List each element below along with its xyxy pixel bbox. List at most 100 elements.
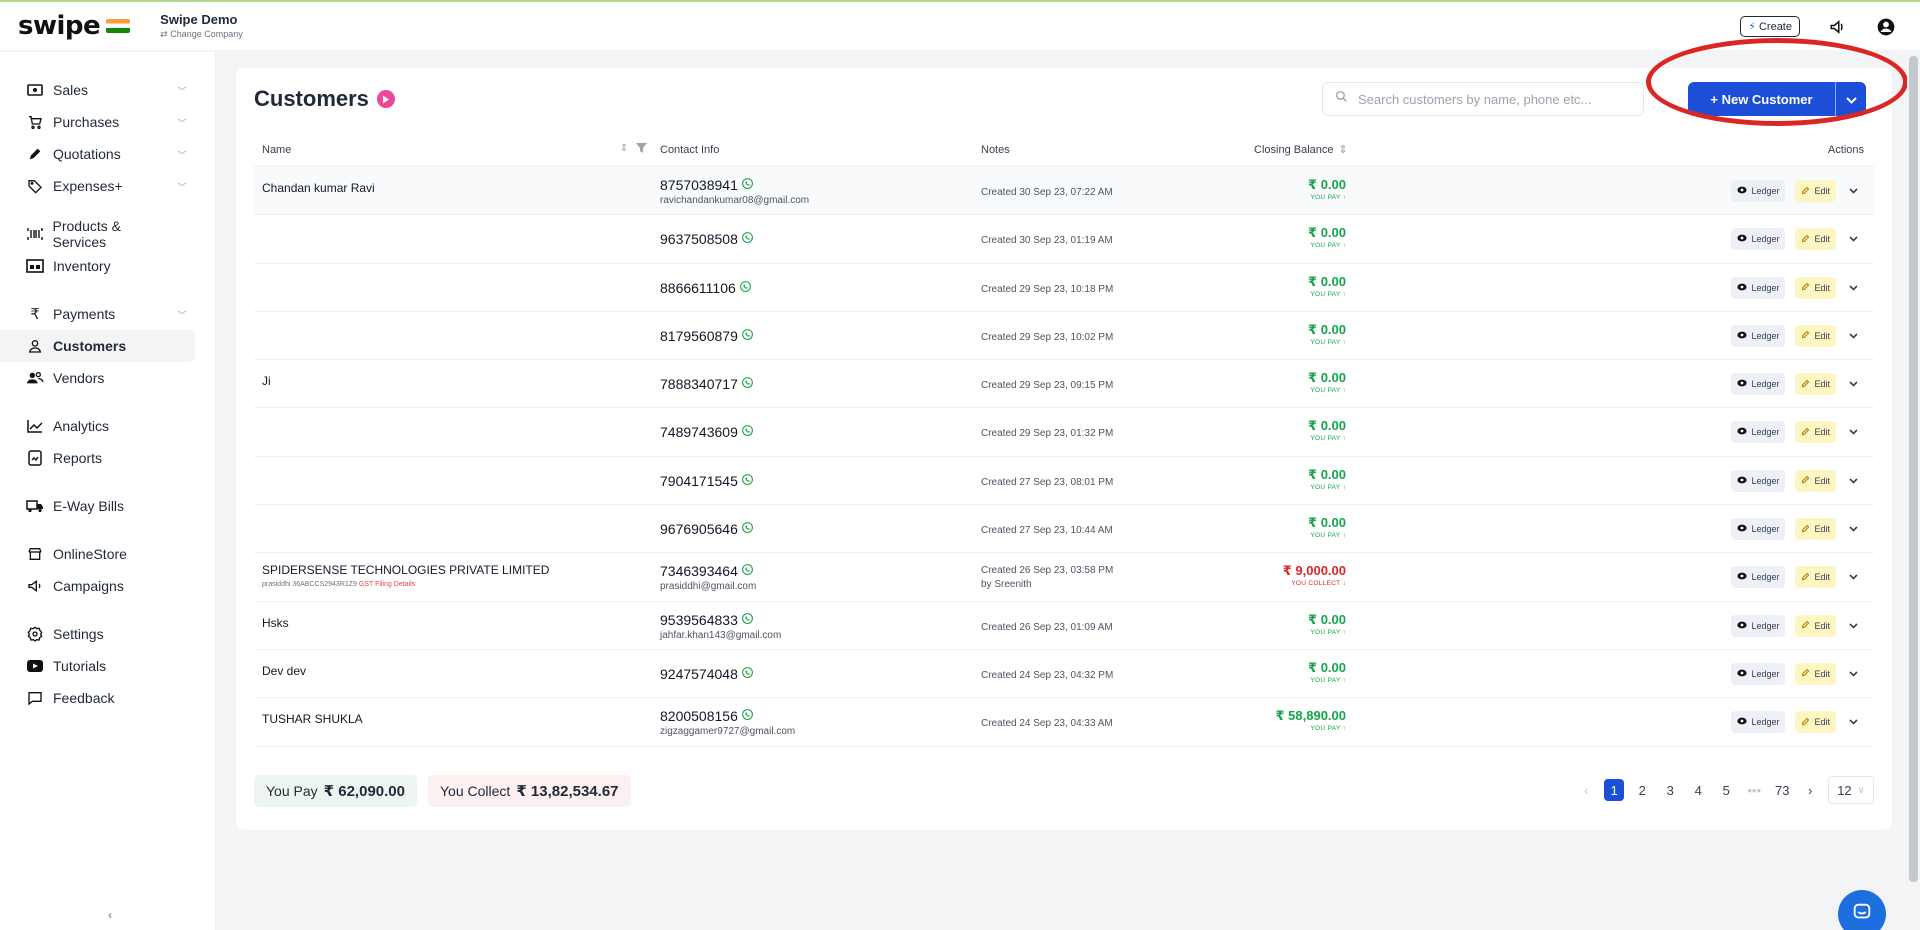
sidebar-item-expenses[interactable]: Expenses+ ﹀ bbox=[0, 170, 195, 202]
edit-button[interactable]: Edit bbox=[1795, 566, 1836, 589]
edit-button[interactable]: Edit bbox=[1795, 324, 1836, 347]
row-expand-chevron-icon[interactable] bbox=[1846, 574, 1860, 581]
customer-name[interactable]: Ji bbox=[262, 374, 271, 388]
whatsapp-icon[interactable] bbox=[741, 708, 754, 724]
column-header-balance[interactable]: Closing Balance ⇕ bbox=[1254, 143, 1348, 157]
whatsapp-icon[interactable] bbox=[741, 473, 754, 489]
table-row[interactable]: Dev dev 9247574048 Created 24 Sep 23, 04:3… bbox=[254, 650, 1874, 699]
edit-button[interactable]: Edit bbox=[1795, 276, 1836, 299]
row-expand-chevron-icon[interactable] bbox=[1846, 188, 1860, 194]
search-input[interactable] bbox=[1358, 91, 1628, 107]
table-row[interactable]: 7489743609 Created 29 Sep 23, 01:32 PM ₹ 0… bbox=[254, 408, 1874, 457]
whatsapp-icon[interactable] bbox=[741, 612, 754, 628]
page-ellipsis[interactable]: ••• bbox=[1744, 779, 1764, 801]
ledger-button[interactable]: Ledger bbox=[1731, 324, 1786, 347]
row-expand-chevron-icon[interactable] bbox=[1846, 333, 1860, 339]
ledger-button[interactable]: Ledger bbox=[1731, 566, 1786, 589]
row-expand-chevron-icon[interactable] bbox=[1846, 285, 1860, 291]
sort-icon[interactable]: ⇕ bbox=[620, 143, 628, 156]
edit-button[interactable]: Edit bbox=[1795, 518, 1836, 541]
whatsapp-icon[interactable] bbox=[741, 177, 754, 193]
sidebar-item-onlinestore[interactable]: OnlineStore bbox=[0, 538, 195, 570]
whatsapp-icon[interactable] bbox=[741, 231, 754, 247]
column-header-name[interactable]: Name bbox=[262, 144, 291, 156]
page-size-select[interactable]: 12 ∨ bbox=[1828, 776, 1874, 804]
ledger-button[interactable]: Ledger bbox=[1731, 180, 1786, 202]
page-scrollbar[interactable] bbox=[1907, 52, 1920, 930]
ledger-button[interactable]: Ledger bbox=[1731, 421, 1786, 444]
ledger-button[interactable]: Ledger bbox=[1731, 518, 1786, 541]
sidebar-item-quotations[interactable]: Quotations ﹀ bbox=[0, 138, 195, 170]
edit-button[interactable]: Edit bbox=[1795, 180, 1836, 202]
whatsapp-icon[interactable] bbox=[741, 521, 754, 537]
next-page-icon[interactable]: › bbox=[1800, 779, 1820, 801]
table-row[interactable]: 9676905646 Created 27 Sep 23, 10:44 AM ₹ 0… bbox=[254, 505, 1874, 554]
ledger-button[interactable]: Ledger bbox=[1731, 614, 1786, 637]
collapse-sidebar-icon[interactable]: ‹ bbox=[108, 908, 112, 922]
row-expand-chevron-icon[interactable] bbox=[1846, 429, 1860, 436]
whatsapp-icon[interactable] bbox=[741, 424, 754, 440]
whatsapp-icon[interactable] bbox=[741, 563, 754, 579]
swipe-logo[interactable]: swipe bbox=[18, 11, 131, 41]
sidebar-item-feedback[interactable]: Feedback bbox=[0, 682, 195, 714]
sidebar-item-vendors[interactable]: Vendors bbox=[0, 362, 195, 394]
table-row[interactable]: Chandan kumar Ravi 8757038941 ravichandank… bbox=[254, 167, 1874, 216]
prev-page-icon[interactable]: ‹ bbox=[1576, 779, 1596, 801]
ledger-button[interactable]: Ledger bbox=[1731, 469, 1786, 492]
whatsapp-icon[interactable] bbox=[739, 280, 752, 296]
sidebar-item-sales[interactable]: Sales ﹀ bbox=[0, 74, 195, 106]
table-row[interactable]: SPIDERSENSE TECHNOLOGIES PRIVATE LIMITED… bbox=[254, 553, 1874, 602]
customer-name[interactable]: Hsks bbox=[262, 616, 289, 630]
customer-name[interactable]: SPIDERSENSE TECHNOLOGIES PRIVATE LIMITED bbox=[262, 563, 549, 577]
sort-icon[interactable]: ⇕ bbox=[1339, 143, 1348, 156]
page-4[interactable]: 4 bbox=[1688, 779, 1708, 801]
row-expand-chevron-icon[interactable] bbox=[1846, 381, 1860, 387]
table-row[interactable]: Ji 7888340717 Created 29 Sep 23, 09:15 PM ₹… bbox=[254, 360, 1874, 409]
ledger-button[interactable]: Ledger bbox=[1731, 662, 1786, 685]
table-row[interactable]: 8866611106 Created 29 Sep 23, 10:18 PM ₹ 0… bbox=[254, 264, 1874, 312]
table-row[interactable]: 8179560879 Created 29 Sep 23, 10:02 PM ₹ 0… bbox=[254, 312, 1874, 361]
row-expand-chevron-icon[interactable] bbox=[1846, 671, 1860, 677]
sidebar-item-products-services[interactable]: Products & Services bbox=[0, 218, 195, 250]
customer-name[interactable]: Dev dev bbox=[262, 664, 306, 678]
whatsapp-icon[interactable] bbox=[741, 376, 754, 392]
ledger-button[interactable]: Ledger bbox=[1731, 373, 1786, 396]
customer-name[interactable]: Chandan kumar Ravi bbox=[262, 181, 375, 195]
row-expand-chevron-icon[interactable] bbox=[1846, 478, 1860, 484]
sidebar-item-reports[interactable]: Reports bbox=[0, 442, 195, 474]
edit-button[interactable]: Edit bbox=[1795, 228, 1836, 251]
page-5[interactable]: 5 bbox=[1716, 779, 1736, 801]
ledger-button[interactable]: Ledger bbox=[1731, 711, 1786, 734]
edit-button[interactable]: Edit bbox=[1795, 614, 1836, 637]
sidebar-item-analytics[interactable]: Analytics bbox=[0, 410, 195, 442]
filter-icon[interactable] bbox=[636, 143, 648, 156]
new-customer-dropdown[interactable] bbox=[1836, 82, 1866, 116]
sidebar-item-inventory[interactable]: Inventory bbox=[0, 250, 195, 282]
table-row[interactable]: TUSHAR SHUKLA 8200508156 zigzaggamer9727@g… bbox=[254, 698, 1874, 747]
table-row[interactable]: 9637508508 Created 30 Sep 23, 01:19 AM ₹ 0… bbox=[254, 215, 1874, 264]
edit-button[interactable]: Edit bbox=[1795, 711, 1836, 734]
scrollbar-thumb[interactable] bbox=[1909, 56, 1918, 882]
row-expand-chevron-icon[interactable] bbox=[1846, 236, 1860, 242]
customer-name[interactable]: TUSHAR SHUKLA bbox=[262, 712, 363, 726]
gst-filing-link[interactable]: GST Filing Details bbox=[359, 581, 415, 588]
change-company-link[interactable]: ⇄ Change Company bbox=[160, 29, 243, 40]
table-row[interactable]: Hsks 9539564833 jahfar.khan143@gmail.com Cr… bbox=[254, 602, 1874, 650]
company-switcher[interactable]: Swipe Demo ⇄ Change Company bbox=[160, 12, 243, 40]
support-chat-button[interactable] bbox=[1838, 890, 1886, 930]
sidebar-item-purchases[interactable]: Purchases ﹀ bbox=[0, 106, 195, 138]
search-box[interactable] bbox=[1322, 82, 1644, 116]
table-row[interactable]: 7904171545 Created 27 Sep 23, 08:01 PM ₹ 0… bbox=[254, 457, 1874, 506]
edit-button[interactable]: Edit bbox=[1795, 373, 1836, 396]
page-3[interactable]: 3 bbox=[1660, 779, 1680, 801]
sidebar-item-settings[interactable]: Settings bbox=[0, 618, 195, 650]
edit-button[interactable]: Edit bbox=[1795, 469, 1836, 492]
row-expand-chevron-icon[interactable] bbox=[1846, 719, 1860, 725]
sidebar-item-eway-bills[interactable]: E-Way Bills bbox=[0, 490, 195, 522]
row-expand-chevron-icon[interactable] bbox=[1846, 526, 1860, 532]
play-video-icon[interactable] bbox=[376, 90, 395, 108]
megaphone-icon[interactable] bbox=[1828, 17, 1848, 37]
row-expand-chevron-icon[interactable] bbox=[1846, 623, 1860, 629]
page-1[interactable]: 1 bbox=[1604, 779, 1625, 801]
ledger-button[interactable]: Ledger bbox=[1731, 228, 1786, 251]
